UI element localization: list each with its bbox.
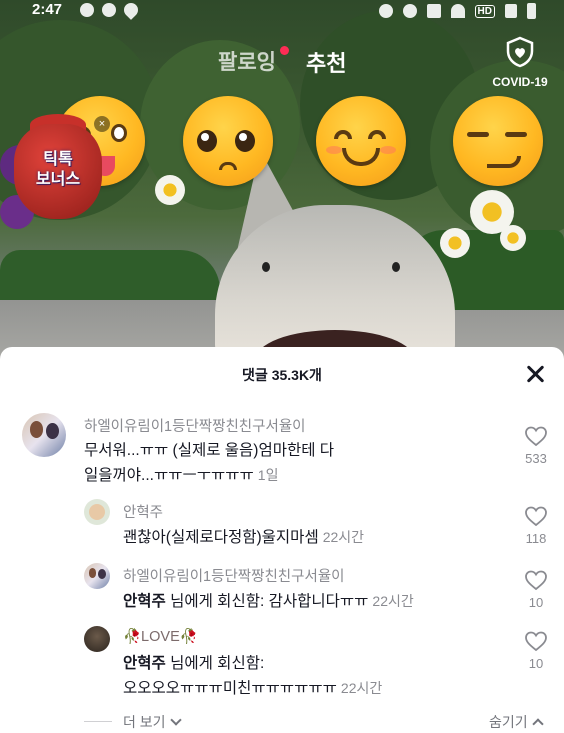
hide-label: 숨기기 <box>489 714 528 730</box>
reply-text: 안혁주 님에게 회신함: 감사합니다ㅠㅠ 22시간 <box>123 589 503 614</box>
comments-count-header: 댓글 35.3K개 <box>242 367 322 383</box>
like-button[interactable]: 533 <box>520 425 552 466</box>
heart-icon <box>121 0 141 20</box>
reply-text: 안혁주 님에게 회신함: 오오오오ㅠㅠㅠ미친ㅠㅠㅠㅠㅠㅠ 22시간 <box>123 652 503 701</box>
reply-username[interactable]: 🥀LOVE🥀 <box>123 628 198 645</box>
emoji-mouth <box>487 156 521 168</box>
heart-outline-icon <box>525 506 547 527</box>
comment-time: 1일 <box>257 467 279 483</box>
comment-text-line: 일을꺼야...ㅠㅠㅡㅜㅠㅠㅠ 1일 <box>84 463 504 488</box>
bonus-label: 틱톡 보너스 <box>8 150 108 190</box>
comment-text-line2: 일을꺼야...ㅠㅠㅡㅜㅠㅠㅠ <box>84 467 254 484</box>
emoji-blush <box>380 146 396 154</box>
emoji-mouth <box>342 148 380 166</box>
reply-time: 22시간 <box>340 680 383 696</box>
comment-text: 무서워...ㅠㅠ (실제로 울음)엄마한테 다 일을꺼야...ㅠㅠㅡㅜㅠㅠㅠ 1일 <box>84 439 504 488</box>
lock-icon <box>426 4 441 18</box>
heart-outline-icon <box>525 426 547 447</box>
like-count: 118 <box>525 531 547 546</box>
daisy-flower <box>440 228 470 258</box>
shark-eye <box>262 262 270 272</box>
smirking-face-emoji <box>453 96 543 186</box>
status-time: 2:47 <box>32 1 63 18</box>
mute-icon <box>402 4 417 18</box>
reply-text-content: 괜찮아(실제로다정함)울지마셈 <box>123 529 319 546</box>
view-more-label: 더 보기 <box>123 714 166 730</box>
comments-sheet: 댓글 35.3K개 하엘이유림이1등단짝짱친친구서율이 무서워...ㅠㅠ (실제… <box>0 347 564 733</box>
reply-text: 괜찮아(실제로다정함)울지마셈 22시간 <box>123 525 503 550</box>
alarm-icon <box>378 4 393 18</box>
reply-username[interactable]: 안혁주 <box>123 501 163 522</box>
reply-text-line: 오오오오ㅠㅠㅠ미친ㅠㅠㅠㅠㅠㅠ 22시간 <box>123 676 503 701</box>
reply-text-content: 님에게 회신함: 감사합니다ㅠㅠ <box>170 593 369 610</box>
reply-username[interactable]: 하엘이유림이1등단짝짱친친구서율이 <box>123 565 345 586</box>
emoji-eye <box>111 124 127 142</box>
emoji-eye <box>197 130 217 152</box>
hide-replies-button[interactable]: 숨기기 <box>489 712 544 732</box>
emoji-mouth <box>219 162 237 170</box>
like-count: 10 <box>528 595 544 610</box>
pleading-face-emoji <box>183 96 273 186</box>
emoji-eye <box>334 130 352 139</box>
b-app-icon <box>102 3 116 17</box>
hedge <box>0 250 220 300</box>
emoji-eye <box>505 132 527 137</box>
heart-outline-icon <box>525 631 547 652</box>
chevron-up-icon <box>531 718 544 730</box>
new-content-dot <box>280 46 289 55</box>
bonus-close-button[interactable]: × <box>94 116 110 132</box>
daisy-flower <box>500 225 526 251</box>
bonus-label-line2: 보너스 <box>35 171 81 188</box>
emoji-eye <box>235 130 255 152</box>
emoji-blush <box>326 146 342 154</box>
message-icon <box>80 3 94 17</box>
view-more-replies-button[interactable]: 더 보기 <box>123 712 182 732</box>
heart-outline-icon <box>525 570 547 591</box>
avatar[interactable] <box>84 499 110 525</box>
reply-time: 22시간 <box>322 529 365 545</box>
daisy-flower <box>155 175 185 205</box>
avatar[interactable] <box>22 413 66 457</box>
like-button[interactable]: 10 <box>520 569 552 610</box>
comment-text-line: 무서워...ㅠㅠ (실제로 울음)엄마한테 다 <box>84 442 335 459</box>
tab-for-you[interactable]: 추천 <box>306 46 346 78</box>
tab-following[interactable]: 팔로잉 <box>218 46 276 76</box>
avatar[interactable] <box>84 626 110 652</box>
shield-heart-icon <box>506 36 534 68</box>
close-icon[interactable] <box>524 363 546 385</box>
chevron-down-icon <box>169 714 182 726</box>
wifi-icon <box>450 4 465 18</box>
emoji-eye <box>368 130 386 139</box>
avatar[interactable] <box>84 563 110 589</box>
comment-username[interactable]: 하엘이유림이1등단짝짱친친구서율이 <box>84 415 306 436</box>
like-count: 10 <box>528 656 544 671</box>
emoji-eye <box>467 132 489 137</box>
reply-time: 22시간 <box>372 593 414 609</box>
covid-button[interactable]: COVID-19 <box>488 36 552 89</box>
like-button[interactable]: 118 <box>520 505 552 546</box>
bonus-label-line1: 틱톡 <box>43 151 73 168</box>
system-icons: HD <box>378 3 536 19</box>
like-count: 533 <box>525 451 547 466</box>
signal-icon <box>505 4 517 18</box>
reply-to-user[interactable]: 안혁주 <box>123 593 166 610</box>
battery-icon <box>527 3 536 19</box>
reply-text-line1: 님에게 회신함: <box>170 655 265 672</box>
covid-label: COVID-19 <box>492 75 548 89</box>
tiktok-bonus-badge[interactable]: 틱톡 보너스 × <box>8 112 110 222</box>
smiling-face-emoji <box>316 96 406 186</box>
status-bar: 2:47 HD <box>0 0 564 22</box>
reply-to-user[interactable]: 안혁주 <box>123 655 166 672</box>
divider <box>84 721 112 722</box>
hd-icon: HD <box>474 4 495 18</box>
reply-text-line2: 오오오오ㅠㅠㅠ미친ㅠㅠㅠㅠㅠㅠ <box>123 680 337 697</box>
reply-text-line: 안혁주 님에게 회신함: <box>123 652 503 676</box>
shark-eye <box>392 262 400 272</box>
like-button[interactable]: 10 <box>520 630 552 671</box>
notification-icons <box>80 0 141 20</box>
